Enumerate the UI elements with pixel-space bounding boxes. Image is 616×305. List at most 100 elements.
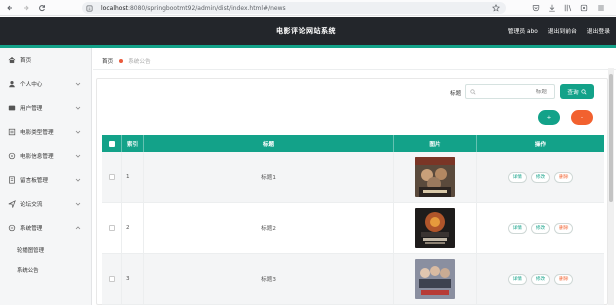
row-title: 标题3 — [144, 254, 394, 304]
movie-poster-image — [415, 157, 455, 197]
pocket-icon[interactable] — [532, 2, 540, 14]
delete-button[interactable]: - — [571, 110, 593, 125]
table-body: 1 标题1 详情 修改 删除 2 标题2 详情 修改 删除 3 标题3 详情 修… — [102, 152, 604, 305]
sidebar-item-movie-types[interactable]: 电影类型管理 — [0, 120, 91, 144]
edit-button[interactable]: 修改 — [530, 171, 551, 183]
breadcrumb-separator — [119, 58, 124, 63]
scrollbar-thumb[interactable] — [609, 74, 613, 202]
sidebar-item-messages[interactable]: 留言板管理 — [0, 168, 91, 192]
row-checkbox-cell — [102, 254, 122, 304]
row-index: 1 — [122, 152, 144, 202]
table-row: 1 标题1 详情 修改 删除 — [102, 152, 604, 203]
sidebar-item-label: 论坛交流 — [20, 202, 43, 208]
search-icon — [581, 88, 587, 95]
users-icon — [8, 104, 16, 112]
detail-button[interactable]: 详情 — [507, 222, 527, 234]
sidebar-item-label: 用户管理 — [20, 106, 43, 112]
chevron-up-icon — [75, 225, 81, 231]
row-actions: 详情 修改 删除 — [477, 152, 604, 202]
chevron-down-icon — [75, 129, 81, 135]
header-accent-bar — [0, 45, 616, 48]
column-header-title: 标题 — [144, 135, 394, 152]
edit-button[interactable]: 修改 — [530, 273, 551, 285]
detail-button[interactable]: 详情 — [507, 273, 527, 285]
breadcrumb: 首页 系统公告 — [93, 52, 616, 70]
breadcrumb-current: 系统公告 — [128, 58, 151, 65]
select-all-cell — [102, 135, 122, 152]
search-label: 标题 — [450, 91, 462, 97]
row-image-cell — [394, 254, 477, 304]
row-checkbox[interactable] — [108, 174, 115, 180]
sidebar-item-users[interactable]: 用户管理 — [0, 96, 91, 120]
row-actions: 详情 修改 删除 — [477, 254, 604, 304]
detail-button[interactable]: 详情 — [507, 171, 527, 183]
sidebar-item-label: 电影信息管理 — [20, 154, 54, 160]
sidebar-subitem-announcements[interactable]: 系统公告 — [0, 260, 91, 280]
library-icon[interactable] — [564, 2, 572, 14]
current-user-label: 管理员 abo — [507, 29, 538, 35]
film-icon — [8, 152, 16, 160]
sidebar-subitem-carousel[interactable]: 轮播图管理 — [0, 240, 91, 260]
row-index: 3 — [122, 254, 144, 304]
movie-poster-image — [415, 208, 455, 248]
search-button-label: 查询 — [567, 89, 579, 96]
search-button[interactable]: 查询 — [560, 84, 594, 99]
search-input-wrapper[interactable] — [465, 84, 555, 99]
sidebar: 首页 个人中心 用户管理 电影类型管理 电影信息管理 留言板管理 论坛交流 系统… — [0, 48, 92, 305]
remove-button[interactable]: 删除 — [554, 222, 574, 234]
column-header-actions: 操作 — [534, 141, 547, 148]
edit-button[interactable]: 修改 — [530, 222, 551, 234]
reload-icon[interactable] — [36, 2, 48, 14]
chevron-down-icon — [75, 105, 81, 111]
url-text: localhost:8080/springbootmt92/admin/dist… — [101, 4, 286, 12]
row-index: 2 — [122, 203, 144, 253]
front-site-link[interactable]: 退出到前台 — [548, 26, 577, 35]
sidebar-item-label: 个人中心 — [20, 82, 43, 88]
table-row: 2 标题2 详情 修改 删除 — [102, 203, 604, 254]
data-table: 索引 标题 图片 操作 1 标题1 详情 修改 删除 2 标题2 详情 修改 删… — [102, 135, 604, 305]
row-checkbox-cell — [102, 203, 122, 253]
select-all-checkbox[interactable] — [108, 140, 115, 147]
page-info-icon[interactable] — [86, 5, 93, 12]
sidebar-item-home[interactable]: 首页 — [0, 48, 91, 72]
settings-icon — [8, 224, 16, 232]
row-title: 标题2 — [144, 203, 394, 253]
row-image-cell — [394, 152, 477, 202]
message-icon — [8, 176, 16, 184]
category-icon — [8, 128, 16, 136]
send-icon — [8, 200, 16, 208]
movie-poster-image — [415, 259, 455, 299]
home-icon — [8, 56, 16, 64]
user-icon — [8, 80, 16, 88]
downloads-icon[interactable] — [548, 2, 556, 14]
sidebar-item-label: 电影类型管理 — [20, 130, 54, 136]
menu-icon[interactable] — [597, 2, 605, 14]
table-row: 3 标题3 详情 修改 删除 — [102, 254, 604, 305]
chevron-down-icon — [75, 177, 81, 183]
search-icon — [470, 88, 476, 95]
add-button[interactable]: + — [538, 110, 560, 125]
chevron-down-icon — [75, 153, 81, 159]
sidebar-item-personal[interactable]: 个人中心 — [0, 72, 91, 96]
bookmark-star-icon[interactable] — [492, 4, 500, 12]
row-checkbox-cell — [102, 152, 122, 202]
sidebar-item-movie-info[interactable]: 电影信息管理 — [0, 144, 91, 168]
row-checkbox[interactable] — [108, 225, 115, 231]
logout-link[interactable]: 退出登录 — [587, 26, 610, 35]
address-bar[interactable]: localhost:8080/springbootmt92/admin/dist… — [82, 2, 506, 14]
table-header: 索引 标题 图片 操作 — [102, 135, 604, 152]
column-header-image: 图片 — [394, 135, 477, 152]
forward-icon[interactable] — [20, 2, 32, 14]
breadcrumb-home[interactable]: 首页 — [102, 57, 113, 65]
back-icon[interactable] — [4, 2, 16, 14]
row-actions: 详情 修改 删除 — [477, 203, 604, 253]
row-checkbox[interactable] — [108, 276, 115, 282]
sidebar-item-system[interactable]: 系统管理 — [0, 216, 91, 240]
extensions-icon[interactable] — [580, 2, 588, 14]
chevron-down-icon — [75, 201, 81, 207]
sidebar-item-forum[interactable]: 论坛交流 — [0, 192, 91, 216]
remove-button[interactable]: 删除 — [554, 171, 574, 183]
search-input[interactable] — [479, 88, 555, 95]
page-scrollbar[interactable] — [608, 68, 614, 305]
remove-button[interactable]: 删除 — [554, 273, 574, 285]
